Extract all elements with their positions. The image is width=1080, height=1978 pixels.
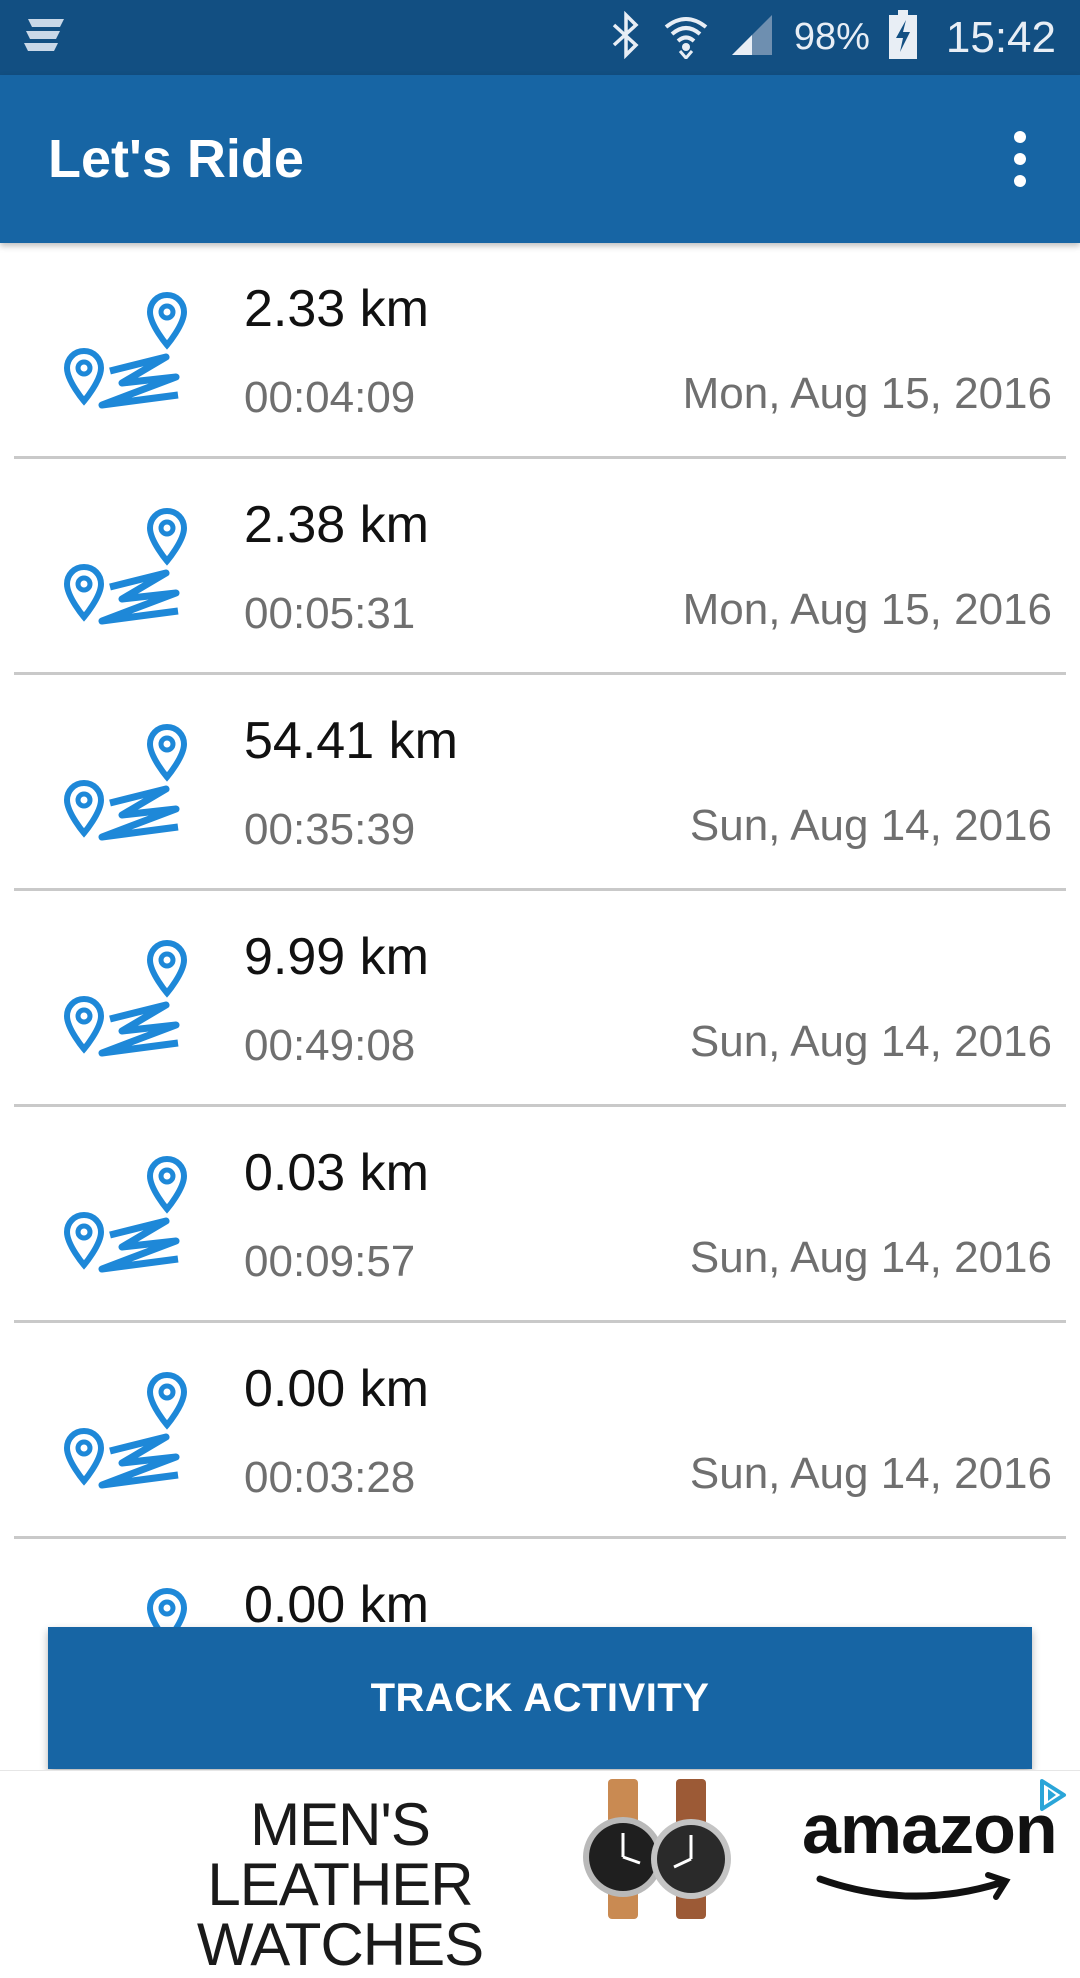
more-vert-icon-dot bbox=[1014, 175, 1026, 187]
ride-date: Sun, Aug 14, 2016 bbox=[689, 1449, 1052, 1498]
ride-date: Sun, Aug 14, 2016 bbox=[689, 1233, 1052, 1282]
ride-date: Mon, Aug 15, 2016 bbox=[682, 585, 1052, 634]
ad-brand-logo: amazon bbox=[802, 1790, 1058, 1868]
ride-list-item[interactable]: 0.00 km 00:03:28 Sun, Aug 14, 2016 bbox=[14, 1323, 1066, 1539]
more-vert-icon bbox=[1014, 131, 1026, 143]
overflow-menu-button[interactable] bbox=[1000, 119, 1040, 199]
ride-list-item[interactable]: 2.38 km 00:05:31 Mon, Aug 15, 2016 bbox=[14, 459, 1066, 675]
signal-icon bbox=[728, 11, 776, 64]
amazon-smile-icon bbox=[816, 1872, 1011, 1900]
ride-list-item[interactable]: 54.41 km 00:35:39 Sun, Aug 14, 2016 bbox=[14, 675, 1066, 891]
ride-distance: 2.38 km bbox=[244, 496, 429, 554]
route-icon bbox=[63, 939, 188, 1057]
wifi-icon bbox=[662, 11, 710, 64]
ride-distance: 0.00 km bbox=[244, 1360, 429, 1418]
ad-headline-line2: WATCHES bbox=[196, 1911, 484, 1978]
app-title: Let's Ride bbox=[48, 129, 304, 189]
ad-banner[interactable]: MEN'S LEATHER WATCHES amazon bbox=[0, 1770, 1080, 1975]
ride-date: Sun, Aug 14, 2016 bbox=[689, 801, 1052, 850]
ride-distance: 0.03 km bbox=[244, 1144, 429, 1202]
ride-date: Mon, Aug 15, 2016 bbox=[682, 369, 1052, 418]
ride-duration: 00:49:08 bbox=[244, 1021, 416, 1070]
watches-image bbox=[583, 1779, 731, 1919]
app-bar: Let's Ride bbox=[0, 75, 1080, 243]
ride-list-item[interactable]: 9.99 km 00:49:08 Sun, Aug 14, 2016 bbox=[14, 891, 1066, 1107]
track-activity-button[interactable]: TRACK ACTIVITY bbox=[48, 1627, 1032, 1769]
ad-headline-line1: MEN'S LEATHER bbox=[207, 1791, 473, 1918]
ad-choices-icon[interactable] bbox=[1034, 1777, 1070, 1813]
ride-distance: 9.99 km bbox=[244, 928, 429, 986]
notification-app-icon bbox=[22, 15, 66, 60]
status-icons: 98% 15:42 bbox=[608, 10, 1056, 65]
battery-charging-icon bbox=[888, 10, 918, 65]
ride-date: Sun, Aug 14, 2016 bbox=[689, 1017, 1052, 1066]
status-bar: 98% 15:42 bbox=[0, 0, 1080, 75]
route-icon bbox=[63, 1155, 188, 1273]
ride-duration: 00:04:09 bbox=[244, 373, 416, 422]
ride-duration: 00:35:39 bbox=[244, 805, 416, 854]
ride-duration: 00:05:31 bbox=[244, 589, 416, 638]
route-icon bbox=[63, 507, 188, 625]
ride-distance: 0.00 km bbox=[244, 1576, 429, 1628]
ride-distance: 54.41 km bbox=[244, 712, 458, 770]
route-icon bbox=[63, 1371, 188, 1489]
route-icon bbox=[63, 291, 188, 409]
bluetooth-icon bbox=[608, 10, 644, 64]
more-vert-icon-dot bbox=[1014, 153, 1026, 165]
route-icon bbox=[63, 723, 188, 841]
ride-duration: 00:09:57 bbox=[244, 1237, 416, 1286]
ride-list-item[interactable]: 0.03 km 00:09:57 Sun, Aug 14, 2016 bbox=[14, 1107, 1066, 1323]
ride-duration: 00:03:28 bbox=[244, 1453, 416, 1502]
battery-percentage: 98% bbox=[793, 16, 870, 58]
route-icon bbox=[146, 1587, 188, 1628]
ride-list-item[interactable]: 0.00 km bbox=[14, 1539, 1066, 1628]
ride-list[interactable]: 2.33 km 00:04:09 Mon, Aug 15, 2016 2.38 … bbox=[0, 243, 1080, 1628]
ride-distance: 2.33 km bbox=[244, 280, 429, 338]
ride-list-item[interactable]: 2.33 km 00:04:09 Mon, Aug 15, 2016 bbox=[14, 243, 1066, 459]
clock: 15:42 bbox=[945, 12, 1056, 62]
ad-headline: MEN'S LEATHER WATCHES bbox=[120, 1795, 560, 1975]
